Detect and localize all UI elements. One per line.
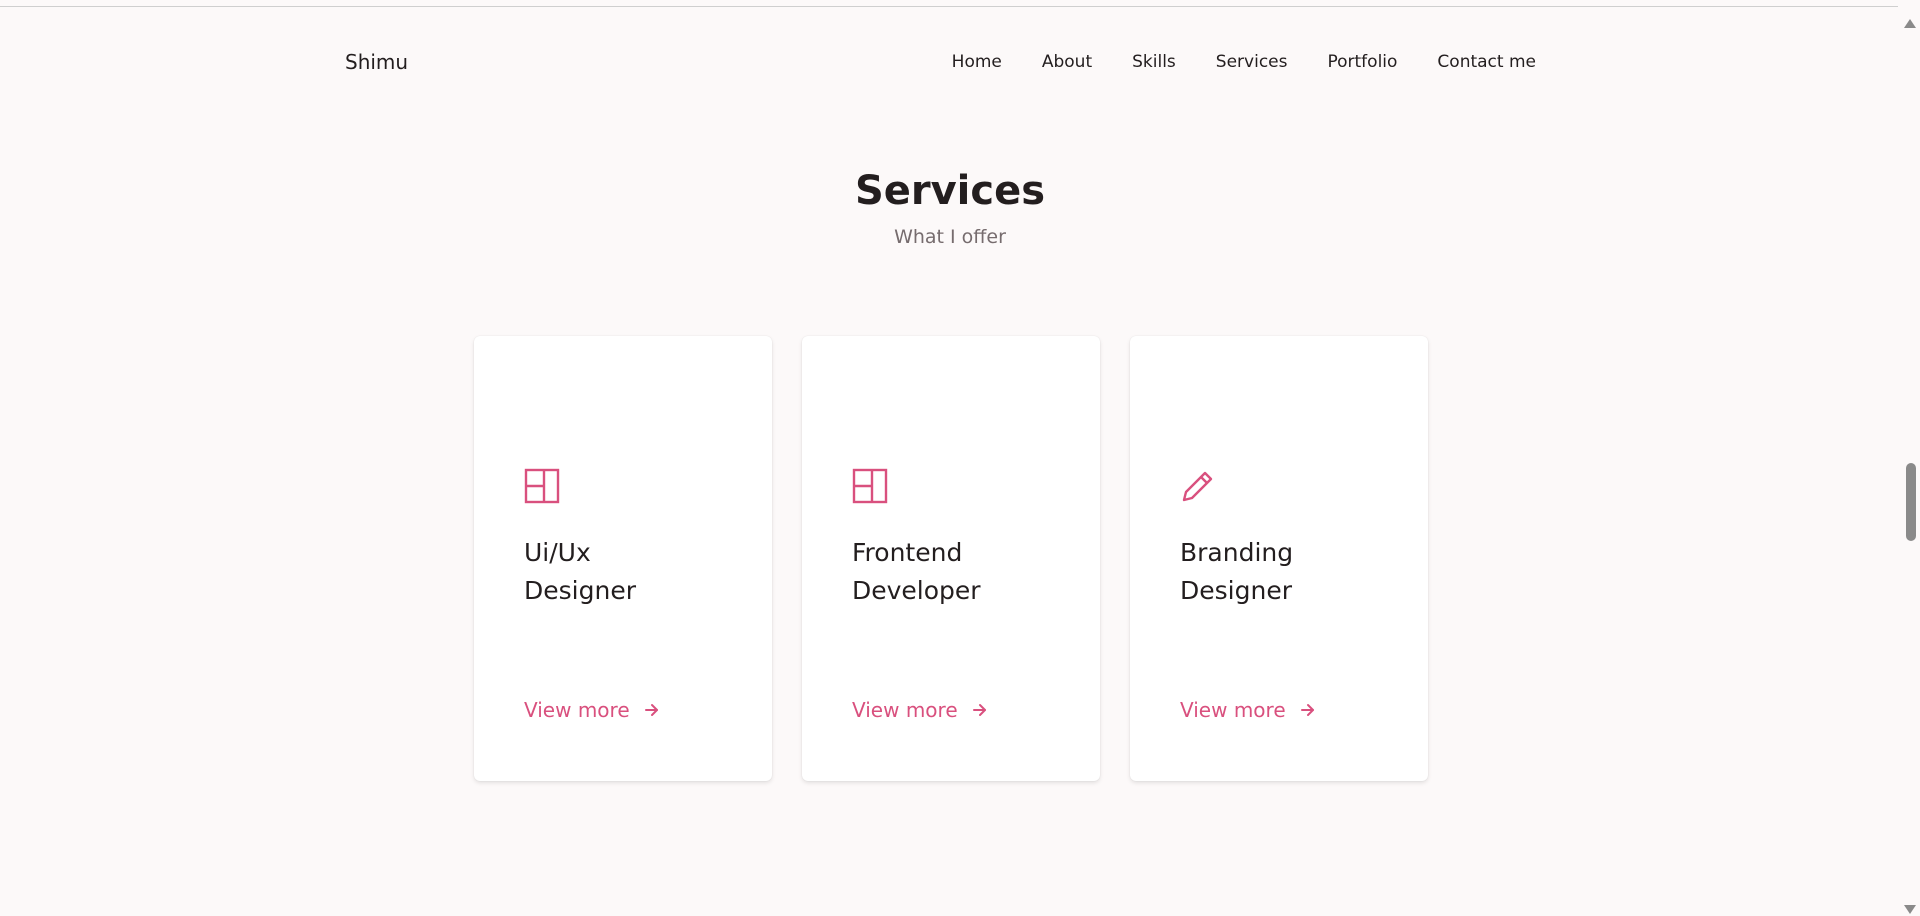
service-card-uiux: Ui/Ux Designer View more xyxy=(474,336,772,781)
nav-about[interactable]: About xyxy=(1042,52,1092,72)
arrow-right-icon xyxy=(972,704,986,716)
view-more-label: View more xyxy=(852,698,958,722)
card-title: Ui/Ux Designer xyxy=(524,534,744,610)
view-more-label: View more xyxy=(1180,698,1286,722)
service-card-frontend: Frontend Developer View more xyxy=(802,336,1100,781)
scrollbar[interactable] xyxy=(1902,7,1920,916)
view-more-button[interactable]: View more xyxy=(1180,698,1316,722)
service-card-branding: Branding Designer View more xyxy=(1130,336,1428,781)
view-more-label: View more xyxy=(524,698,630,722)
scroll-down-arrow-icon[interactable] xyxy=(1904,905,1916,914)
site-header: Shimu Home About Skills Services Portfol… xyxy=(345,44,1536,80)
layout-icon xyxy=(852,468,888,504)
section-subtitle: What I offer xyxy=(894,226,1006,248)
view-more-button[interactable]: View more xyxy=(524,698,660,722)
nav-services[interactable]: Services xyxy=(1216,52,1288,72)
card-title-line2: Developer xyxy=(852,576,981,605)
scroll-up-arrow-icon[interactable] xyxy=(1904,19,1916,28)
card-title-line2: Designer xyxy=(524,576,636,605)
card-title-line1: Ui/Ux xyxy=(524,538,591,567)
card-title-line1: Frontend xyxy=(852,538,963,567)
services-cards: Ui/Ux Designer View more Frontend Develo… xyxy=(474,336,1428,781)
nav-contact[interactable]: Contact me xyxy=(1437,52,1536,72)
scrollbar-thumb[interactable] xyxy=(1906,463,1916,541)
card-title: Branding Designer xyxy=(1180,534,1400,610)
arrow-right-icon xyxy=(1300,704,1314,716)
top-border xyxy=(0,6,1898,7)
card-title-line1: Branding xyxy=(1180,538,1294,567)
card-title-line2: Designer xyxy=(1180,576,1292,605)
nav-home[interactable]: Home xyxy=(952,52,1002,72)
card-title: Frontend Developer xyxy=(852,534,1072,610)
nav-portfolio[interactable]: Portfolio xyxy=(1327,52,1397,72)
section-title: Services xyxy=(854,168,1046,214)
view-more-button[interactable]: View more xyxy=(852,698,988,722)
layout-icon xyxy=(524,468,560,504)
pencil-icon xyxy=(1180,468,1216,504)
logo[interactable]: Shimu xyxy=(345,50,408,74)
main-nav: Home About Skills Services Portfolio Con… xyxy=(952,52,1536,72)
nav-skills[interactable]: Skills xyxy=(1132,52,1176,72)
arrow-right-icon xyxy=(644,704,658,716)
